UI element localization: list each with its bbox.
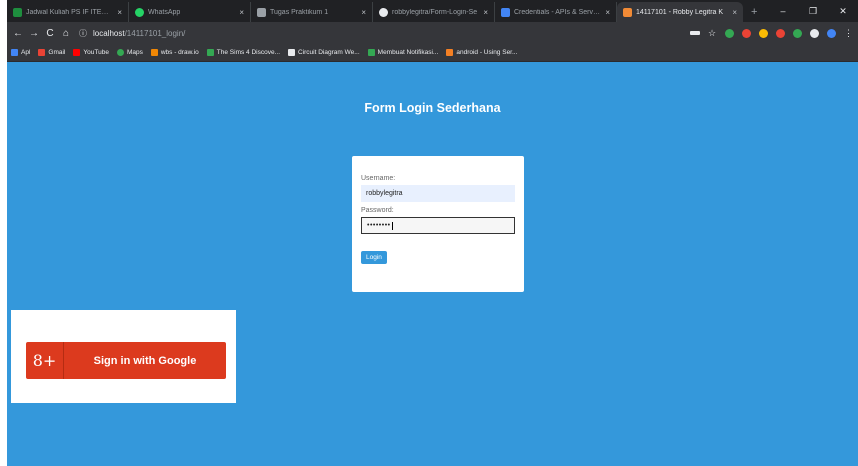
tab-title: Credentials - APIs & Service — [514, 8, 602, 16]
text-caret — [391, 221, 393, 230]
bookmark-label: Maps — [126, 49, 143, 56]
extension-icon[interactable] — [776, 28, 785, 38]
tab-strip: Jadwal Kuliah PS IF ITERA Ge × WhatsApp … — [7, 0, 858, 22]
circuit-icon — [288, 49, 295, 56]
github-icon — [379, 7, 388, 17]
document-icon — [257, 7, 266, 17]
bookmark-maps[interactable]: Maps — [116, 49, 143, 56]
bookmarks-bar: Apl Gmail YouTube Maps wbs - draw.io The… — [7, 44, 858, 62]
url-host: localhost — [93, 28, 125, 38]
bookmark-drawio[interactable]: wbs - draw.io — [150, 49, 199, 56]
bookmark-gmail[interactable]: Gmail — [38, 49, 65, 56]
google-plus-icon: 8+ — [26, 342, 64, 379]
menu-icon[interactable]: ⋮ — [844, 28, 853, 38]
extension-icon[interactable] — [742, 28, 751, 38]
password-label: Password: — [361, 207, 394, 214]
page-title: Form Login Sederhana — [364, 101, 501, 115]
android-studio-icon — [367, 49, 375, 56]
home-button[interactable]: ⌂ — [59, 28, 73, 39]
key-icon[interactable] — [690, 31, 700, 35]
address-bar[interactable]: ⓘ localhost /14117101_login/ — [79, 25, 690, 41]
browser-toolbar: ← → C ⌂ ⓘ localhost /14117101_login/ ☆ ⋮ — [7, 22, 858, 44]
close-tab-icon[interactable]: × — [605, 8, 610, 17]
bookmark-android[interactable]: android - Using Ser... — [446, 49, 517, 56]
tab-whatsapp[interactable]: WhatsApp × — [129, 2, 251, 22]
tab-title: Tugas Praktikum 1 — [270, 8, 329, 16]
tab-title: WhatsApp — [148, 8, 181, 16]
tab-github[interactable]: robbylegitra/Form-Login-Se × — [373, 2, 495, 22]
close-tab-icon[interactable]: × — [732, 8, 737, 17]
bookmark-circuit[interactable]: Circuit Diagram We... — [288, 49, 360, 56]
tab-title: 14117101 - Robby Legitra K — [636, 8, 724, 16]
bookmark-label: Membuat Notifikasi... — [377, 49, 439, 56]
bookmark-label: Gmail — [48, 49, 66, 56]
google-signin-panel: 8+ Sign in with Google — [11, 310, 236, 403]
tab-jadwal[interactable]: Jadwal Kuliah PS IF ITERA Ge × — [7, 2, 129, 22]
back-button[interactable]: ← — [11, 28, 25, 39]
left-edge — [0, 0, 7, 466]
tab-credentials[interactable]: Credentials - APIs & Service × — [495, 2, 617, 22]
username-field[interactable]: robbylegitra — [361, 185, 515, 202]
google-signin-button[interactable]: 8+ Sign in with Google — [26, 342, 226, 379]
maps-pin-icon — [116, 49, 124, 56]
extension-icon[interactable] — [759, 28, 768, 38]
shield-icon[interactable] — [793, 28, 802, 38]
minimize-button[interactable]: – — [768, 0, 798, 22]
bookmark-label: Apl — [21, 49, 31, 56]
forward-button[interactable]: → — [27, 28, 41, 39]
tab-title: robbylegitra/Form-Login-Se — [392, 8, 478, 16]
stackoverflow-icon — [446, 49, 454, 56]
puzzle-icon[interactable] — [810, 28, 819, 38]
tab-active-login[interactable]: 14117101 - Robby Legitra K × — [617, 2, 743, 22]
password-field[interactable]: •••••••• — [361, 217, 515, 234]
url-path: /14117101_login/ — [124, 28, 186, 38]
google-cloud-icon — [501, 7, 510, 17]
sheets-icon — [13, 7, 22, 17]
bookmark-label: YouTube — [83, 49, 109, 56]
window-controls: – ❐ ✕ — [768, 0, 858, 22]
password-mask: •••••••• — [367, 222, 391, 229]
username-label: Username: — [361, 175, 396, 182]
close-tab-icon[interactable]: × — [117, 8, 122, 17]
avatar[interactable] — [827, 28, 836, 38]
login-button[interactable]: Login — [361, 251, 387, 264]
maximize-button[interactable]: ❐ — [798, 0, 828, 22]
bookmark-label: Circuit Diagram We... — [298, 49, 360, 56]
login-form: Username: robbylegitra Password: •••••••… — [352, 156, 524, 292]
gmail-icon — [38, 49, 46, 56]
close-tab-icon[interactable]: × — [361, 8, 366, 17]
page-viewport: Form Login Sederhana Username: robbylegi… — [7, 62, 858, 466]
bookmark-label: wbs - draw.io — [160, 49, 199, 56]
apps-grid-icon — [11, 49, 18, 56]
close-tab-icon[interactable]: × — [239, 8, 244, 17]
star-icon[interactable]: ☆ — [708, 28, 717, 38]
bookmark-youtube[interactable]: YouTube — [73, 49, 109, 56]
bookmark-label: The Sims 4 Discove... — [216, 49, 280, 56]
tab-title: Jadwal Kuliah PS IF ITERA Ge — [26, 8, 114, 16]
drawio-icon — [150, 49, 158, 56]
browser-window: Jadwal Kuliah PS IF ITERA Ge × WhatsApp … — [7, 0, 858, 466]
plumbob-icon — [206, 49, 214, 56]
reload-button[interactable]: C — [43, 28, 57, 39]
new-tab-button[interactable]: + — [743, 2, 765, 22]
whatsapp-icon — [135, 7, 144, 17]
bookmark-apps[interactable]: Apl — [11, 49, 30, 56]
site-info-icon[interactable]: ⓘ — [79, 28, 87, 39]
bookmark-notifikasi[interactable]: Membuat Notifikasi... — [367, 49, 439, 56]
youtube-icon — [73, 49, 81, 56]
bookmark-sims[interactable]: The Sims 4 Discove... — [206, 49, 280, 56]
bookmark-label: android - Using Ser... — [456, 49, 518, 56]
google-signin-label: Sign in with Google — [93, 354, 197, 367]
extension-icon[interactable] — [725, 28, 734, 38]
close-tab-icon[interactable]: × — [483, 8, 488, 17]
extension-icons: ☆ ⋮ — [690, 28, 854, 38]
page-favicon-icon — [623, 7, 632, 17]
tab-tugas[interactable]: Tugas Praktikum 1 × — [251, 2, 373, 22]
close-window-button[interactable]: ✕ — [828, 0, 858, 22]
